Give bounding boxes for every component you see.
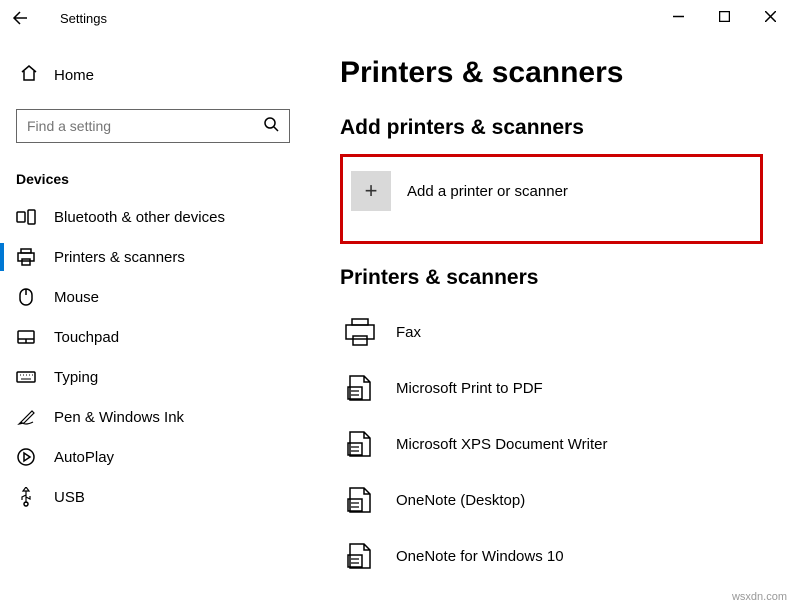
sidebar-item-label: Pen & Windows Ink	[54, 409, 184, 426]
printer-item-xps[interactable]: Microsoft XPS Document Writer	[340, 416, 763, 472]
sidebar-item-label: Mouse	[54, 289, 99, 306]
watermark: wsxdn.com	[732, 591, 787, 603]
sidebar-item-label: AutoPlay	[54, 449, 114, 466]
usb-icon	[16, 487, 36, 507]
sidebar-item-usb[interactable]: USB	[10, 477, 320, 517]
maximize-icon	[719, 11, 730, 22]
sidebar-item-pen[interactable]: Pen & Windows Ink	[10, 397, 320, 437]
home-nav[interactable]: Home	[10, 56, 320, 95]
sidebar-item-label: Typing	[54, 369, 98, 386]
document-printer-icon	[340, 368, 380, 408]
minimize-button[interactable]	[655, 0, 701, 32]
titlebar: Settings	[0, 0, 793, 36]
app-title: Settings	[60, 11, 107, 26]
minimize-icon	[673, 11, 684, 22]
document-printer-icon	[340, 480, 380, 520]
printer-label: Microsoft XPS Document Writer	[396, 436, 607, 453]
fax-printer-icon	[340, 312, 380, 352]
sidebar-item-printers[interactable]: Printers & scanners	[10, 237, 320, 277]
autoplay-icon	[16, 447, 36, 467]
pen-icon	[16, 407, 36, 427]
window-controls	[655, 0, 793, 32]
add-printer-label: Add a printer or scanner	[407, 183, 568, 200]
touchpad-icon	[16, 327, 36, 347]
maximize-button[interactable]	[701, 0, 747, 32]
printer-label: OneNote for Windows 10	[396, 548, 564, 565]
printer-item-fax[interactable]: Fax	[340, 304, 763, 360]
mouse-icon	[16, 287, 36, 307]
keyboard-icon	[16, 367, 36, 387]
printer-label: OneNote (Desktop)	[396, 492, 525, 509]
printer-label: Fax	[396, 324, 421, 341]
main-content: Printers & scanners Add printers & scann…	[320, 36, 793, 607]
close-icon	[765, 11, 776, 22]
sidebar-item-label: Printers & scanners	[54, 249, 185, 266]
search-input[interactable]	[27, 118, 264, 134]
home-icon	[20, 64, 40, 87]
devices-header: Devices	[10, 161, 320, 197]
highlight-annotation: + Add a printer or scanner	[340, 154, 763, 244]
sidebar-item-mouse[interactable]: Mouse	[10, 277, 320, 317]
printer-item-onenote-desktop[interactable]: OneNote (Desktop)	[340, 472, 763, 528]
sidebar-item-label: USB	[54, 489, 85, 506]
sidebar-item-autoplay[interactable]: AutoPlay	[10, 437, 320, 477]
printer-icon	[16, 247, 36, 267]
add-printer-button[interactable]: + Add a printer or scanner	[351, 171, 752, 211]
bluetooth-devices-icon	[16, 207, 36, 227]
document-printer-icon	[340, 536, 380, 576]
sidebar-item-typing[interactable]: Typing	[10, 357, 320, 397]
printer-item-pdf[interactable]: Microsoft Print to PDF	[340, 360, 763, 416]
page-title: Printers & scanners	[340, 56, 763, 90]
search-box[interactable]	[16, 109, 290, 143]
home-label: Home	[54, 67, 94, 84]
document-printer-icon	[340, 424, 380, 464]
printer-label: Microsoft Print to PDF	[396, 380, 543, 397]
back-button[interactable]	[0, 0, 40, 36]
sidebar-item-label: Bluetooth & other devices	[54, 209, 225, 226]
sidebar-item-bluetooth[interactable]: Bluetooth & other devices	[10, 197, 320, 237]
sidebar-item-touchpad[interactable]: Touchpad	[10, 317, 320, 357]
search-icon	[264, 117, 279, 135]
plus-icon: +	[351, 171, 391, 211]
close-button[interactable]	[747, 0, 793, 32]
printer-item-onenote-win10[interactable]: OneNote for Windows 10	[340, 528, 763, 584]
back-arrow-icon	[12, 10, 28, 26]
sidebar-item-label: Touchpad	[54, 329, 119, 346]
sidebar: Home Devices Bluetooth & other devices P…	[0, 36, 320, 607]
add-section-header: Add printers & scanners	[340, 116, 763, 140]
printers-section-header: Printers & scanners	[340, 266, 763, 290]
